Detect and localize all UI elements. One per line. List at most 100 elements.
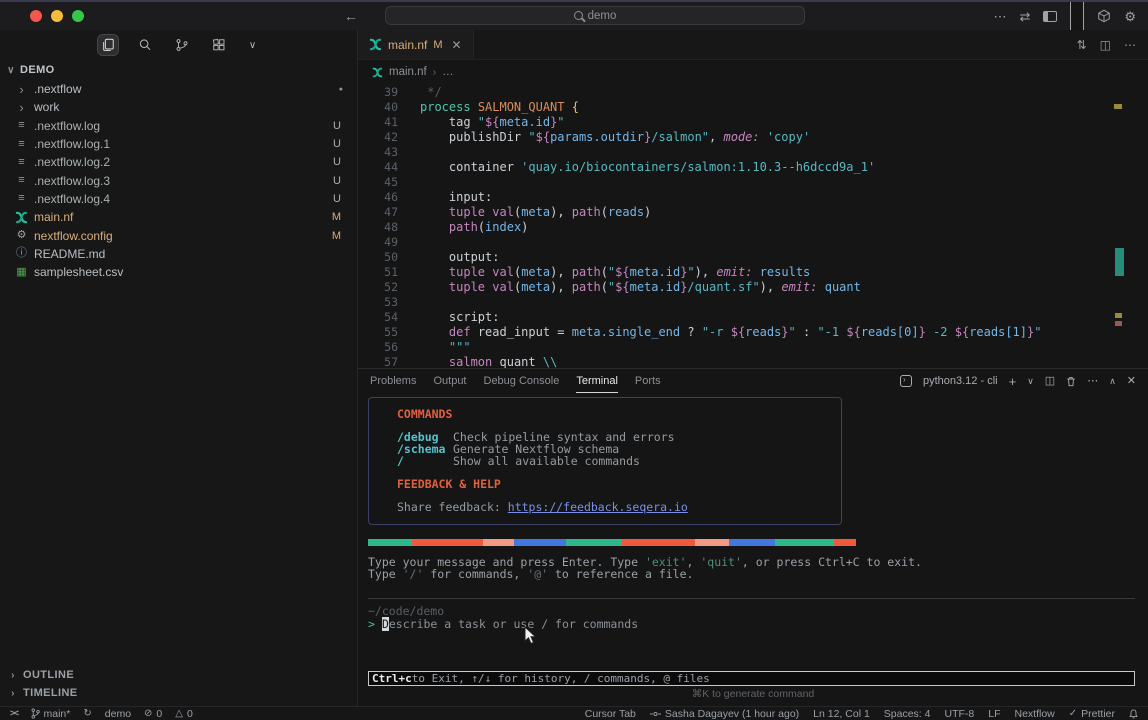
status-eol[interactable]: LF [988, 708, 1000, 720]
file-name: .nextflow [34, 82, 81, 96]
code-line-43: 43 [358, 145, 1148, 160]
panel-tab-terminal[interactable]: Terminal [576, 369, 618, 393]
sync-arrows-icon[interactable]: ⇄ [1019, 10, 1030, 23]
line-number: 40 [358, 100, 398, 115]
more-views-chevron-icon[interactable]: ∨ [246, 37, 259, 54]
command-name[interactable]: / [397, 455, 453, 467]
status-notifications[interactable] [1129, 709, 1138, 719]
status-remote-indicator[interactable]: >< [10, 709, 18, 718]
code-editor[interactable]: 39 */40process SALMON_QUANT {41 tag "${m… [358, 84, 1148, 368]
explorer-item-log2[interactable]: ≡.nextflow.log.2U [0, 153, 357, 171]
feedback-link[interactable]: https://feedback.seqera.io [508, 500, 688, 514]
status-encoding[interactable]: UTF-8 [944, 708, 974, 720]
status-indentation[interactable]: Spaces: 4 [884, 708, 931, 720]
code-text: script: [398, 310, 499, 325]
explorer-item-samplesheet[interactable]: ▦samplesheet.csv [0, 263, 357, 281]
line-number: 49 [358, 235, 398, 250]
new-terminal-icon[interactable]: + [1009, 375, 1017, 388]
status-formatter[interactable]: ✓Prettier [1069, 708, 1115, 720]
status-git-sync[interactable]: ↻ [83, 709, 91, 719]
status-cursor-pos[interactable]: Ln 12, Col 1 [813, 708, 870, 720]
gear-icon: ⚙ [15, 230, 28, 241]
current-directory: ~/code/demo [368, 604, 444, 618]
file-name: nextflow.config [34, 229, 113, 243]
command-name[interactable]: /schema [397, 443, 453, 455]
panel-tabs-container: Problems Output Debug Console Terminal Ports [370, 369, 661, 393]
explorer-item-nextflow-folder[interactable]: ›.nextflow● [0, 80, 357, 98]
explorer-item-log0[interactable]: ≡.nextflow.logU [0, 117, 357, 135]
feedback-row: Share feedback: https://feedback.seqera.… [397, 501, 841, 513]
command-center-search[interactable]: demo [385, 6, 805, 25]
code-line-55: 55 def read_input = meta.single_end ? "-… [358, 325, 1148, 340]
search-view-icon[interactable] [135, 35, 155, 55]
explorer-item-main-nf[interactable]: main.nfM [0, 208, 357, 226]
toggle-sidebar-icon[interactable] [1043, 11, 1057, 22]
line-number: 50 [358, 250, 398, 265]
check-icon: ✓ [1069, 709, 1077, 719]
nf-icon [15, 211, 28, 224]
status-errors-count[interactable]: ⊘0 [144, 708, 162, 720]
explorer-item-work-folder[interactable]: ›work [0, 98, 357, 116]
tab-main-nf[interactable]: main.nf M ✕ [358, 30, 474, 59]
breadcrumb[interactable]: main.nf › … [358, 60, 1148, 84]
explorer-item-log1[interactable]: ≡.nextflow.log.1U [0, 135, 357, 153]
kill-terminal-icon[interactable] [1066, 376, 1076, 387]
file-name: .nextflow.log [34, 119, 100, 133]
settings-gear-icon[interactable]: ⚙ [1124, 10, 1136, 23]
explorer-item-log3[interactable]: ≡.nextflow.log.3U [0, 171, 357, 189]
back-icon[interactable]: ← [344, 8, 358, 24]
explorer-view-icon[interactable] [98, 35, 118, 55]
explorer-item-nextflow-config[interactable]: ⚙nextflow.configM [0, 226, 357, 244]
status-warnings-count[interactable]: △0 [175, 708, 193, 720]
source-control-view-icon[interactable] [172, 35, 192, 55]
cube-icon[interactable] [1097, 9, 1111, 23]
status-language-mode[interactable]: Nextflow [1015, 708, 1055, 720]
code-lines: 39 */40process SALMON_QUANT {41 tag "${m… [358, 85, 1148, 368]
split-editor-icon[interactable]: ◫ [1100, 39, 1111, 51]
terminal-view[interactable]: COMMANDS /debugCheck pipeline syntax and… [358, 393, 1148, 706]
close-window-button[interactable] [30, 10, 42, 22]
timeline-section[interactable]: › TIMELINE [0, 684, 357, 702]
maximize-panel-icon[interactable]: ∧ [1109, 377, 1116, 386]
code-text: tuple val(meta), path(reads) [398, 205, 651, 220]
panel-tab-output[interactable]: Output [433, 369, 466, 393]
panel-tab-ports[interactable]: Ports [635, 369, 661, 393]
status-cursor-tab[interactable]: Cursor Tab [585, 708, 636, 720]
csv-icon: ▦ [15, 267, 28, 278]
breadcrumb-symbol[interactable]: … [442, 66, 454, 78]
code-line-44: 44 container 'quay.io/biocontainers/salm… [358, 160, 1148, 175]
minimize-window-button[interactable] [51, 10, 63, 22]
hint-line-2: Type '/' for commands, '@' to reference … [368, 568, 922, 580]
breadcrumb-file[interactable]: main.nf [389, 66, 427, 78]
status-git-branch[interactable]: main* [31, 708, 71, 720]
explorer-item-readme[interactable]: ⓘREADME.md [0, 245, 357, 263]
outline-section[interactable]: › OUTLINE [0, 666, 357, 684]
status-workspace-demo[interactable]: demo [105, 708, 131, 720]
zoom-window-button[interactable] [72, 10, 84, 22]
status-git-blame[interactable]: Sasha Dagayev (1 hour ago) [650, 708, 799, 720]
nextflow-logo-icon [372, 67, 383, 78]
log-icon: ≡ [15, 193, 28, 204]
split-terminal-icon[interactable]: ◫ [1045, 376, 1055, 387]
close-panel-icon[interactable]: ✕ [1127, 376, 1136, 387]
explorer-item-log4[interactable]: ≡.nextflow.log.4U [0, 190, 357, 208]
chevron-down-icon[interactable]: ∨ [1027, 377, 1034, 386]
line-number: 55 [358, 325, 398, 340]
tab-close-icon[interactable]: ✕ [452, 38, 462, 52]
scrollbar-thumb[interactable] [1115, 248, 1124, 276]
terminal-shell-label[interactable]: python3.12 - cli [923, 375, 998, 387]
prompt-char: > [368, 617, 375, 631]
more-actions-icon[interactable]: ⋯ [993, 10, 1006, 23]
panel-tab-debug-console[interactable]: Debug Console [484, 369, 560, 393]
compare-changes-icon[interactable]: ⇅ [1077, 39, 1087, 51]
file-name: .nextflow.log.2 [34, 155, 110, 169]
chat-prompt[interactable]: > D escribe a task or use / for commands [368, 617, 638, 631]
more-actions-icon[interactable]: ⋯ [1087, 376, 1098, 387]
explorer-root-header[interactable]: ∨ DEMO [0, 60, 357, 80]
code-text: input: [398, 190, 492, 205]
panel-tab-problems[interactable]: Problems [370, 369, 416, 393]
shortcut-help-input[interactable]: Ctrl+c to Exit, ↑/↓ for history, / comma… [368, 671, 1135, 686]
more-actions-icon[interactable]: ⋯ [1124, 39, 1136, 51]
extensions-view-icon[interactable] [209, 35, 229, 55]
code-line-53: 53 [358, 295, 1148, 310]
